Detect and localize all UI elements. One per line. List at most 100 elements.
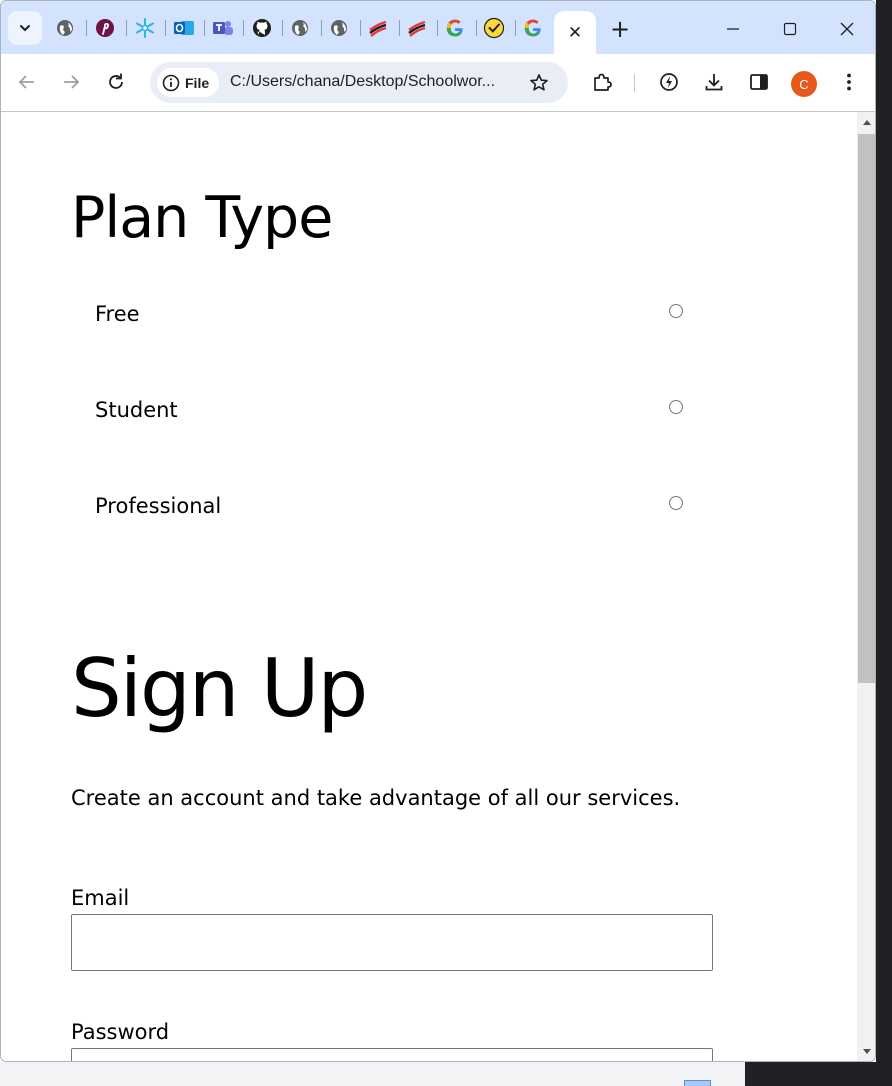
reload-button[interactable] — [101, 67, 131, 97]
more-vertical-icon — [847, 73, 851, 91]
stack-logo-icon — [408, 20, 426, 37]
plan-label: Student — [95, 398, 178, 422]
plan-option-student[interactable]: Student — [71, 392, 689, 432]
email-label: Email — [71, 886, 130, 910]
tab-separator — [282, 20, 283, 36]
tab-stack[interactable] — [366, 16, 390, 40]
downloads-button[interactable] — [699, 67, 729, 97]
pinterest-icon — [96, 19, 114, 37]
plan-label: Professional — [95, 494, 222, 518]
sign-up-heading: Sign Up — [71, 642, 368, 735]
scroll-up-arrow-icon[interactable] — [863, 120, 871, 125]
tab-separator — [399, 20, 400, 36]
tab-todo[interactable] — [482, 16, 506, 40]
desktop-dark-window — [745, 1062, 892, 1086]
tab-stack[interactable] — [405, 16, 429, 40]
tab-separator — [243, 20, 244, 36]
address-bar[interactable]: File C:/Users/chana/Desktop/Schoolwor... — [150, 62, 568, 103]
minimize-button[interactable] — [718, 14, 748, 44]
tab-google[interactable] — [443, 16, 467, 40]
plan-radio-free[interactable] — [669, 304, 683, 318]
plan-option-professional[interactable]: Professional — [71, 488, 689, 528]
bookmark-button[interactable] — [526, 70, 552, 96]
tab-separator — [126, 20, 127, 36]
tab-search-button[interactable] — [8, 11, 42, 45]
close-window-button[interactable] — [832, 14, 862, 44]
toolbar-divider — [634, 74, 635, 92]
tab-separator — [360, 20, 361, 36]
menu-button[interactable] — [834, 67, 864, 97]
github-icon — [253, 19, 271, 37]
puzzle-icon — [594, 73, 612, 91]
side-panel-icon — [750, 74, 768, 90]
maximize-button[interactable] — [775, 14, 805, 44]
url-text[interactable]: C:/Users/chana/Desktop/Schoolwor... — [230, 73, 495, 91]
globe-icon — [331, 20, 347, 36]
browser-window: ✕ + File C:/Users/chana/Desktop/Schoolwo… — [0, 0, 876, 1062]
chevron-down-icon — [20, 25, 30, 32]
checkmark-circle-icon — [483, 17, 505, 39]
tab-separator — [321, 20, 322, 36]
tab-separator — [437, 20, 438, 36]
sign-up-description: Create an account and take advantage of … — [71, 786, 681, 810]
tab-teams[interactable] — [211, 16, 235, 40]
browser-toolbar: File C:/Users/chana/Desktop/Schoolwor...… — [1, 54, 875, 112]
close-icon — [840, 22, 854, 36]
tab-globe[interactable] — [53, 16, 77, 40]
email-field[interactable] — [71, 914, 713, 971]
plus-icon: + — [609, 15, 631, 43]
globe-icon — [57, 20, 73, 36]
forward-button[interactable] — [56, 67, 86, 97]
plan-label: Free — [95, 302, 140, 326]
star-icon — [530, 74, 548, 91]
google-icon — [446, 19, 463, 37]
password-label: Password — [71, 1020, 170, 1044]
scroll-down-arrow-icon[interactable] — [863, 1049, 871, 1054]
teams-icon — [213, 21, 233, 35]
tab-separator — [204, 20, 205, 36]
desktop-selected-item — [684, 1080, 711, 1086]
active-tab[interactable]: ✕ — [554, 11, 596, 54]
performance-button[interactable] — [654, 67, 684, 97]
side-panel-button[interactable] — [744, 67, 774, 97]
arrow-left-icon — [18, 75, 34, 89]
tab-github[interactable] — [250, 16, 274, 40]
tab-pinterest[interactable] — [93, 16, 117, 40]
desktop-dark-area — [876, 0, 892, 1062]
tab-separator — [515, 20, 516, 36]
energy-saver-icon — [660, 73, 678, 91]
info-icon — [162, 74, 180, 91]
page-scrollbar[interactable] — [857, 112, 875, 1061]
tab-outlook[interactable] — [172, 16, 196, 40]
stack-logo-icon — [369, 20, 387, 37]
outlook-icon — [174, 21, 194, 35]
file-label: File — [185, 74, 210, 91]
profile-avatar[interactable]: C — [791, 71, 817, 97]
close-tab-icon[interactable]: ✕ — [568, 23, 582, 43]
tab-globe[interactable] — [327, 16, 351, 40]
page-viewport: Plan Type Free Student Professional Sign… — [1, 112, 857, 1061]
tab-snowflake[interactable] — [133, 16, 157, 40]
site-info-chip[interactable]: File — [157, 68, 219, 97]
minimize-icon — [727, 28, 739, 30]
arrow-right-icon — [64, 75, 80, 89]
plan-option-free[interactable]: Free — [71, 296, 689, 336]
plan-radio-student[interactable] — [669, 400, 683, 414]
tab-separator — [165, 20, 166, 36]
tab-globe[interactable] — [288, 16, 312, 40]
google-icon — [524, 19, 541, 37]
password-field[interactable] — [71, 1048, 713, 1061]
download-icon — [705, 74, 723, 91]
tab-separator — [476, 20, 477, 36]
plan-radio-professional[interactable] — [669, 496, 683, 510]
maximize-icon — [783, 22, 797, 36]
snowflake-icon — [136, 18, 154, 38]
tab-strip: ✕ + — [1, 1, 875, 54]
extensions-button[interactable] — [587, 67, 617, 97]
globe-icon — [292, 20, 308, 36]
new-tab-button[interactable]: + — [607, 16, 633, 42]
tab-google[interactable] — [521, 16, 545, 40]
tab-separator — [86, 20, 87, 36]
scrollbar-thumb[interactable] — [858, 134, 875, 683]
back-button[interactable] — [12, 67, 42, 97]
